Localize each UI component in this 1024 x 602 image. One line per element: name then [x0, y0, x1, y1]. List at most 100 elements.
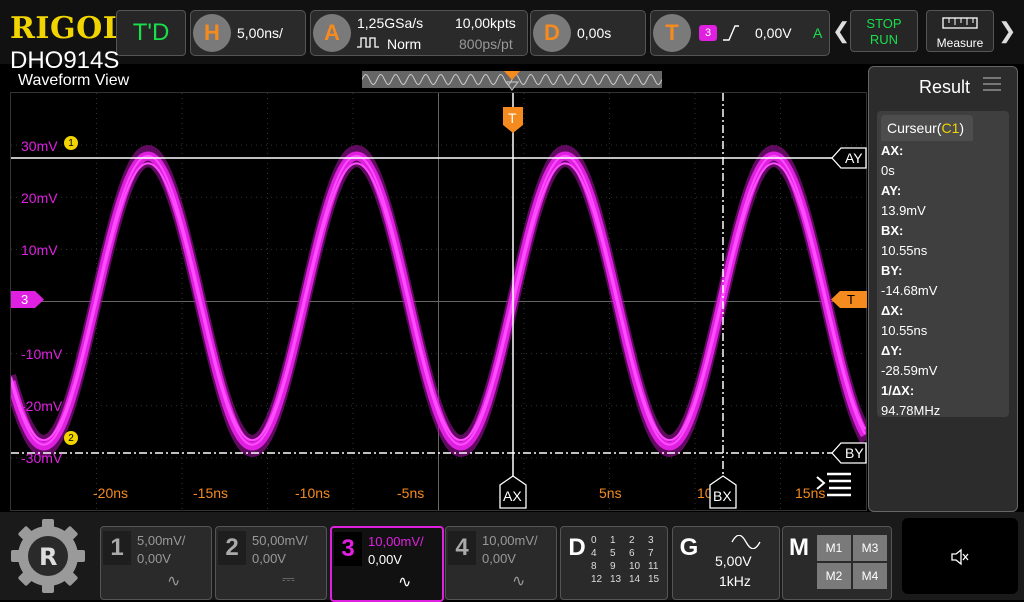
cursor-bx-label[interactable]: BX: [709, 475, 737, 509]
channel-offset: 0,00V: [368, 552, 402, 567]
mode-button[interactable]: T'D: [116, 10, 186, 56]
horizontal-tile[interactable]: H 5,00ns/: [190, 10, 306, 56]
result-label: 1/ΔX:: [881, 383, 915, 398]
stop-run-button[interactable]: STOP RUN: [850, 10, 918, 52]
math-tile[interactable]: M M1 M3 M2 M4: [782, 526, 892, 600]
menu-lines-icon[interactable]: [815, 471, 853, 499]
waveform-view[interactable]: 30mV 20mV 10mV -10mV -20mV -30mV -20ns -15ns -1…: [6, 92, 927, 511]
math-m1[interactable]: M1: [817, 535, 851, 561]
acquire-tile[interactable]: A 1,25GSa/s Norm 10,00kpts 800ps/pt: [310, 10, 528, 56]
channel-scale: 10,00mV/: [368, 534, 424, 549]
result-panel: Result Curseur(C1) AX: 0s AY: 13.9mV BX: 10.5…: [868, 66, 1018, 512]
trigger-level: 0,00V: [755, 25, 792, 41]
trigger-position-marker[interactable]: [503, 70, 521, 92]
math-m3[interactable]: M3: [853, 535, 887, 561]
sound-button[interactable]: [902, 518, 1018, 594]
horizontal-scale: 5,00ns/: [237, 25, 283, 41]
x-axis-label: 5ns: [599, 485, 622, 501]
channel-number: 1: [103, 531, 131, 565]
model-name: DHO914S: [10, 47, 120, 74]
channel-offset: 0,00V: [482, 551, 516, 566]
stop-label: STOP: [866, 16, 902, 31]
channel-3-tile[interactable]: 3 10,00mV/0,00V ∿: [330, 526, 444, 602]
y-axis-label: -30mV: [21, 450, 63, 466]
view-title: Waveform View: [18, 72, 130, 89]
result-label: ΔY:: [881, 343, 903, 358]
y-axis-label: -10mV: [21, 346, 63, 362]
digital-letter: D: [568, 534, 586, 561]
cursor-result-rows: AX: 0s AY: 13.9mV BX: 10.55ns BY: -14.68mV ΔX: 10…: [881, 141, 1005, 421]
cursor-result-box: Curseur(C1) AX: 0s AY: 13.9mV BX: 10.55ns BY: -…: [877, 111, 1009, 418]
delay-tile[interactable]: D 0,00s: [530, 10, 646, 56]
digital-bit: 3: [648, 535, 654, 546]
trigger-coupling: A: [813, 25, 823, 41]
y-axis-label: 20mV: [21, 190, 58, 206]
result-value: -28.59mV: [881, 363, 938, 378]
channel-3-offset-marker[interactable]: 3: [11, 291, 45, 308]
trigger-tile[interactable]: T 3 0,00V A: [650, 10, 830, 56]
channel-4-tile[interactable]: 4 10,00mV/0,00V ∿: [445, 526, 557, 600]
panel-menu-icon[interactable]: [981, 75, 1003, 93]
delay-icon: D: [533, 14, 571, 52]
time-per-point: 800ps/pt: [459, 36, 513, 52]
digital-bit: 12: [591, 574, 603, 585]
speaker-muted-icon: [951, 548, 969, 566]
result-value: 10.55ns: [881, 243, 928, 258]
svg-text:R: R: [39, 543, 57, 571]
channel-number: 2: [218, 531, 246, 565]
run-label: RUN: [869, 32, 899, 47]
result-value: 0s: [881, 163, 895, 178]
cursor-tab[interactable]: Curseur(C1): [881, 115, 973, 141]
channel-number: 3: [334, 532, 362, 566]
chevron-right-icon[interactable]: ❯: [998, 18, 1016, 44]
sample-rate: 1,25GSa/s: [357, 15, 424, 31]
horizontal-icon: H: [193, 14, 231, 52]
cursor-ay-label[interactable]: AY: [831, 147, 867, 169]
channel-2-tile[interactable]: 2 50,00mV/0,00V ⎓: [215, 526, 327, 600]
channel-1-tile[interactable]: 1 5,00mV/0,00V ∿: [100, 526, 212, 600]
x-axis-label: -5ns: [397, 485, 424, 501]
digital-bit: 14: [629, 574, 641, 585]
channel-scale: 5,00mV/: [137, 533, 186, 548]
cursor-by-label[interactable]: BY: [831, 442, 867, 464]
top-bar: RIGOL T'D H 5,00ns/ A 1,25GSa/s Norm 10,…: [0, 0, 1024, 64]
digital-bit: 5: [610, 548, 616, 559]
gear-logo-icon[interactable]: R: [10, 518, 86, 594]
digital-channels-tile[interactable]: D 0 1 2 3 4 5 6 7 8 9 10 11 12 13 14 15: [560, 526, 668, 600]
memory-depth: 10,00kpts: [455, 15, 516, 31]
measure-label: Measure: [936, 36, 984, 50]
trigger-level-marker[interactable]: T: [831, 291, 867, 308]
y-axis-label: 10mV: [21, 242, 58, 258]
acquire-waveform-icon: [357, 37, 379, 48]
result-label: BY:: [881, 263, 903, 278]
generator-frequency: 1kHz: [719, 573, 751, 589]
math-m4[interactable]: M4: [853, 563, 887, 589]
y-axis-label: 30mV: [21, 138, 58, 154]
math-letter: M: [789, 534, 809, 561]
trigger-source-badge: 3: [699, 25, 717, 41]
digital-bit: 8: [591, 561, 597, 572]
trigger-time-marker[interactable]: T: [503, 107, 523, 133]
channel-scale: 10,00mV/: [482, 533, 538, 548]
digital-bit: 2: [629, 535, 635, 546]
bottom-bar: R 1 5,00mV/0,00V ∿ 2 50,00mV/0,00V ⎓ 3 10,00mV/…: [0, 512, 1024, 602]
result-label: BX:: [881, 223, 904, 238]
digital-bit: 6: [629, 548, 635, 559]
chevron-left-icon[interactable]: ❮: [832, 18, 850, 44]
ac-coupling-icon: ∿: [512, 573, 526, 590]
math-m2[interactable]: M2: [817, 563, 851, 589]
waveform-canvas: 30mV 20mV 10mV -10mV -20mV -30mV -20ns -15ns -1…: [6, 93, 927, 510]
y-axis-label: -20mV: [21, 398, 63, 414]
digital-bit: 7: [648, 548, 654, 559]
channel-scale: 50,00mV/: [252, 533, 308, 548]
generator-tile[interactable]: G 5,00V 1kHz: [672, 526, 780, 600]
cursor-b-source-badge: 2: [64, 431, 78, 445]
cursor-ax-label[interactable]: AX: [499, 475, 527, 509]
measure-button[interactable]: Measure: [926, 10, 994, 52]
x-axis-label: -20ns: [93, 485, 128, 501]
result-value: 13.9mV: [881, 203, 926, 218]
rising-edge-icon: [723, 25, 739, 41]
generator-letter: G: [679, 534, 699, 561]
result-value: -14.68mV: [881, 283, 938, 298]
result-label: AX:: [881, 143, 904, 158]
